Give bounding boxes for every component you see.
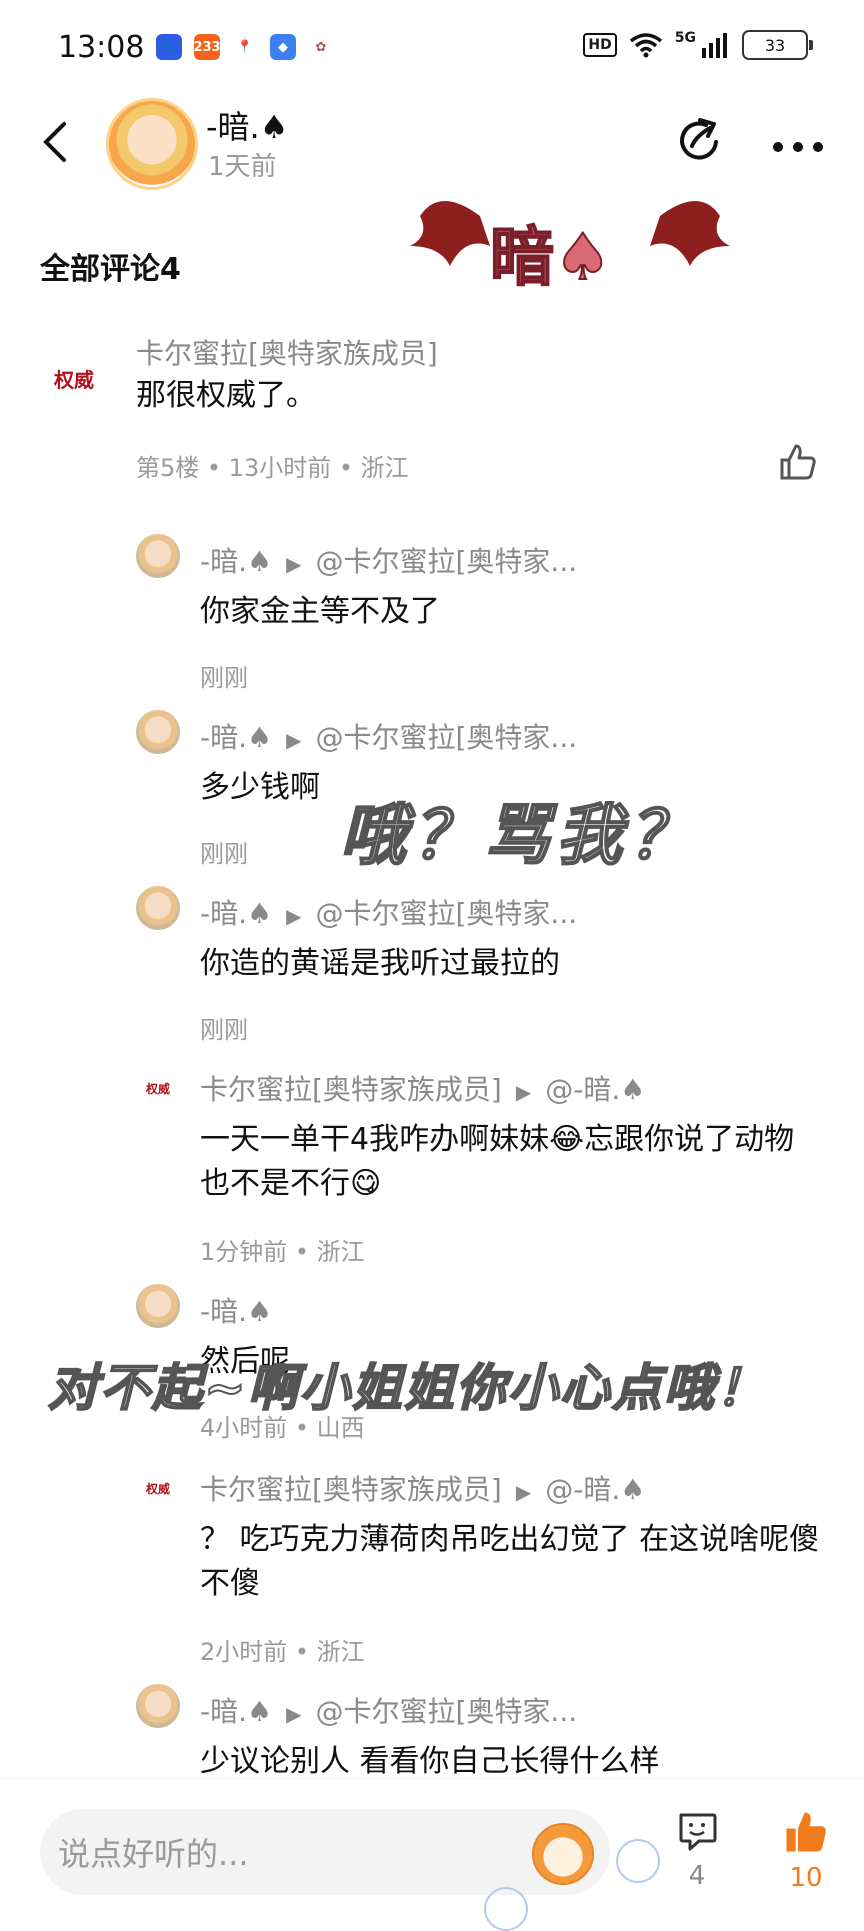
reply-text: 你造的黄谣是我听过最拉的 [200,946,560,981]
hd-icon: HD [583,33,617,57]
app-233-icon: 233 [193,34,221,60]
author-avatar[interactable] [106,98,198,190]
reply-arrow-icon: ▶ [286,552,302,576]
emoji-button[interactable] [532,1823,594,1885]
replier-name[interactable]: -暗.♠ [200,1290,272,1330]
reply-meta: 刚刚 [200,664,248,692]
back-button[interactable] [40,120,70,172]
touch-indicator [616,1839,660,1883]
reply-meta: 1分钟前 • 浙江 [200,1238,365,1266]
replier-avatar[interactable] [136,1684,180,1728]
reply-arrow-icon: ▶ [515,1080,532,1104]
reply-meta: 刚刚 [200,840,248,868]
decorative-sticker: 暗♠ [410,176,730,306]
overlay-caption-1: 哦？骂我？ [339,795,700,875]
map-pin-icon: 📍 [232,34,258,60]
author-name[interactable]: -暗.♠ [206,102,288,148]
reply-text: ？ 吃巧克力薄荷肉吊吃出幻觉了 在这说啥呢傻不傻 [200,1522,820,1601]
comments-section-title: 全部评论4 [40,252,181,287]
replier-avatar[interactable]: 权威 [136,1466,180,1510]
reply-arrow-icon: ▶ [286,1702,302,1726]
comment-input[interactable]: 说点好听的... [40,1809,610,1895]
commenter-name[interactable]: 卡尔蜜拉[奥特家族成员] [136,332,438,372]
more-options-button[interactable] [768,116,828,164]
reply-header: 卡尔蜜拉[奥特家族成员] ▶ @-暗.♠ [200,1068,645,1108]
gallery-icon: ✿ [308,34,334,60]
comments-button[interactable]: 4 [670,1809,724,1899]
replier-avatar[interactable] [136,886,180,930]
battery-icon: 33 [742,30,813,60]
replier-name[interactable]: -暗.♠ [200,897,272,930]
reply-target[interactable]: @卡尔蜜拉[奥特家... [316,1695,578,1728]
replier-avatar[interactable] [136,534,180,578]
wifi-icon [629,33,662,58]
reply-target[interactable]: @-暗.♠ [545,1073,645,1106]
signal-icon [702,33,727,58]
status-time: 13:08 [58,30,145,65]
more-icon [773,142,823,152]
notification-icons: 🐾 233 📍 ◆ ✿ [156,34,334,60]
sticker-text: 暗♠ [489,219,612,296]
share-icon [680,118,718,160]
replier-avatar[interactable] [136,1284,180,1328]
replier-name[interactable]: -暗.♠ [200,721,272,754]
reply-meta: 刚刚 [200,1016,248,1044]
post-time: 1天前 [208,152,277,182]
reply-arrow-icon: ▶ [515,1480,532,1504]
replier-avatar[interactable] [136,710,180,754]
thumbs-up-filled-icon [786,1812,826,1852]
replier-name[interactable]: 卡尔蜜拉[奥特家族成员] [200,1073,502,1106]
reply-header: -暗.♠ ▶ @卡尔蜜拉[奥特家... [200,892,577,932]
replier-name[interactable]: -暗.♠ [200,1695,272,1728]
reply-text: 一天一单干4我咋办啊妹妹😂忘跟你说了动物也不是不行😋 [200,1122,795,1201]
reply-header: -暗.♠ ▶ @卡尔蜜拉[奥特家... [200,1690,577,1730]
reply-target[interactable]: @卡尔蜜拉[奥特家... [316,545,578,578]
overlay-caption-2: 对不起~啊小姐姐你小心点哦！ [47,1357,768,1418]
reply-target[interactable]: @卡尔蜜拉[奥特家... [316,897,578,930]
comment-text: 那很权威了。 [136,378,316,413]
commenter-avatar[interactable]: 权威 [36,340,112,416]
post-like-button[interactable]: 10 [774,1809,838,1899]
reply-meta: 2小时前 • 浙江 [200,1638,365,1666]
comment-bubble-icon [679,1813,717,1851]
baidu-icon: 🐾 [156,34,182,60]
touch-indicator [484,1887,528,1931]
reply-arrow-icon: ▶ [286,728,302,752]
reply-text: 你家金主等不及了 [200,594,440,629]
like-button[interactable] [778,442,822,486]
like-count: 10 [789,1863,823,1893]
reply-target[interactable]: @卡尔蜜拉[奥特家... [316,721,578,754]
browser-icon: ◆ [270,34,296,60]
replier-name[interactable]: -暗.♠ [200,545,272,578]
comment-meta: 第5楼 • 13小时前 • 浙江 [136,454,409,482]
reply-target[interactable]: @-暗.♠ [545,1473,645,1506]
chevron-left-icon [43,122,66,162]
replier-avatar[interactable]: 权威 [136,1066,180,1110]
network-type: 5G [674,30,696,46]
reply-header: -暗.♠ ▶ @卡尔蜜拉[奥特家... [200,540,577,580]
replier-name[interactable]: 卡尔蜜拉[奥特家族成员] [200,1473,502,1506]
reply-header: -暗.♠ ▶ @卡尔蜜拉[奥特家... [200,716,577,756]
status-bar: 13:08 🐾 233 📍 ◆ ✿ HD 5G 33 [0,0,864,96]
reply-arrow-icon: ▶ [286,904,302,928]
bottom-comment-bar: 说点好听的... 4 10 [0,1778,864,1931]
reply-text: 多少钱啊 [200,770,320,805]
share-button[interactable] [676,116,724,164]
comment-count: 4 [688,1861,706,1891]
status-right: HD 5G 33 [583,30,813,60]
thumbs-up-icon [780,444,816,480]
reply-header: 卡尔蜜拉[奥特家族成员] ▶ @-暗.♠ [200,1468,645,1508]
